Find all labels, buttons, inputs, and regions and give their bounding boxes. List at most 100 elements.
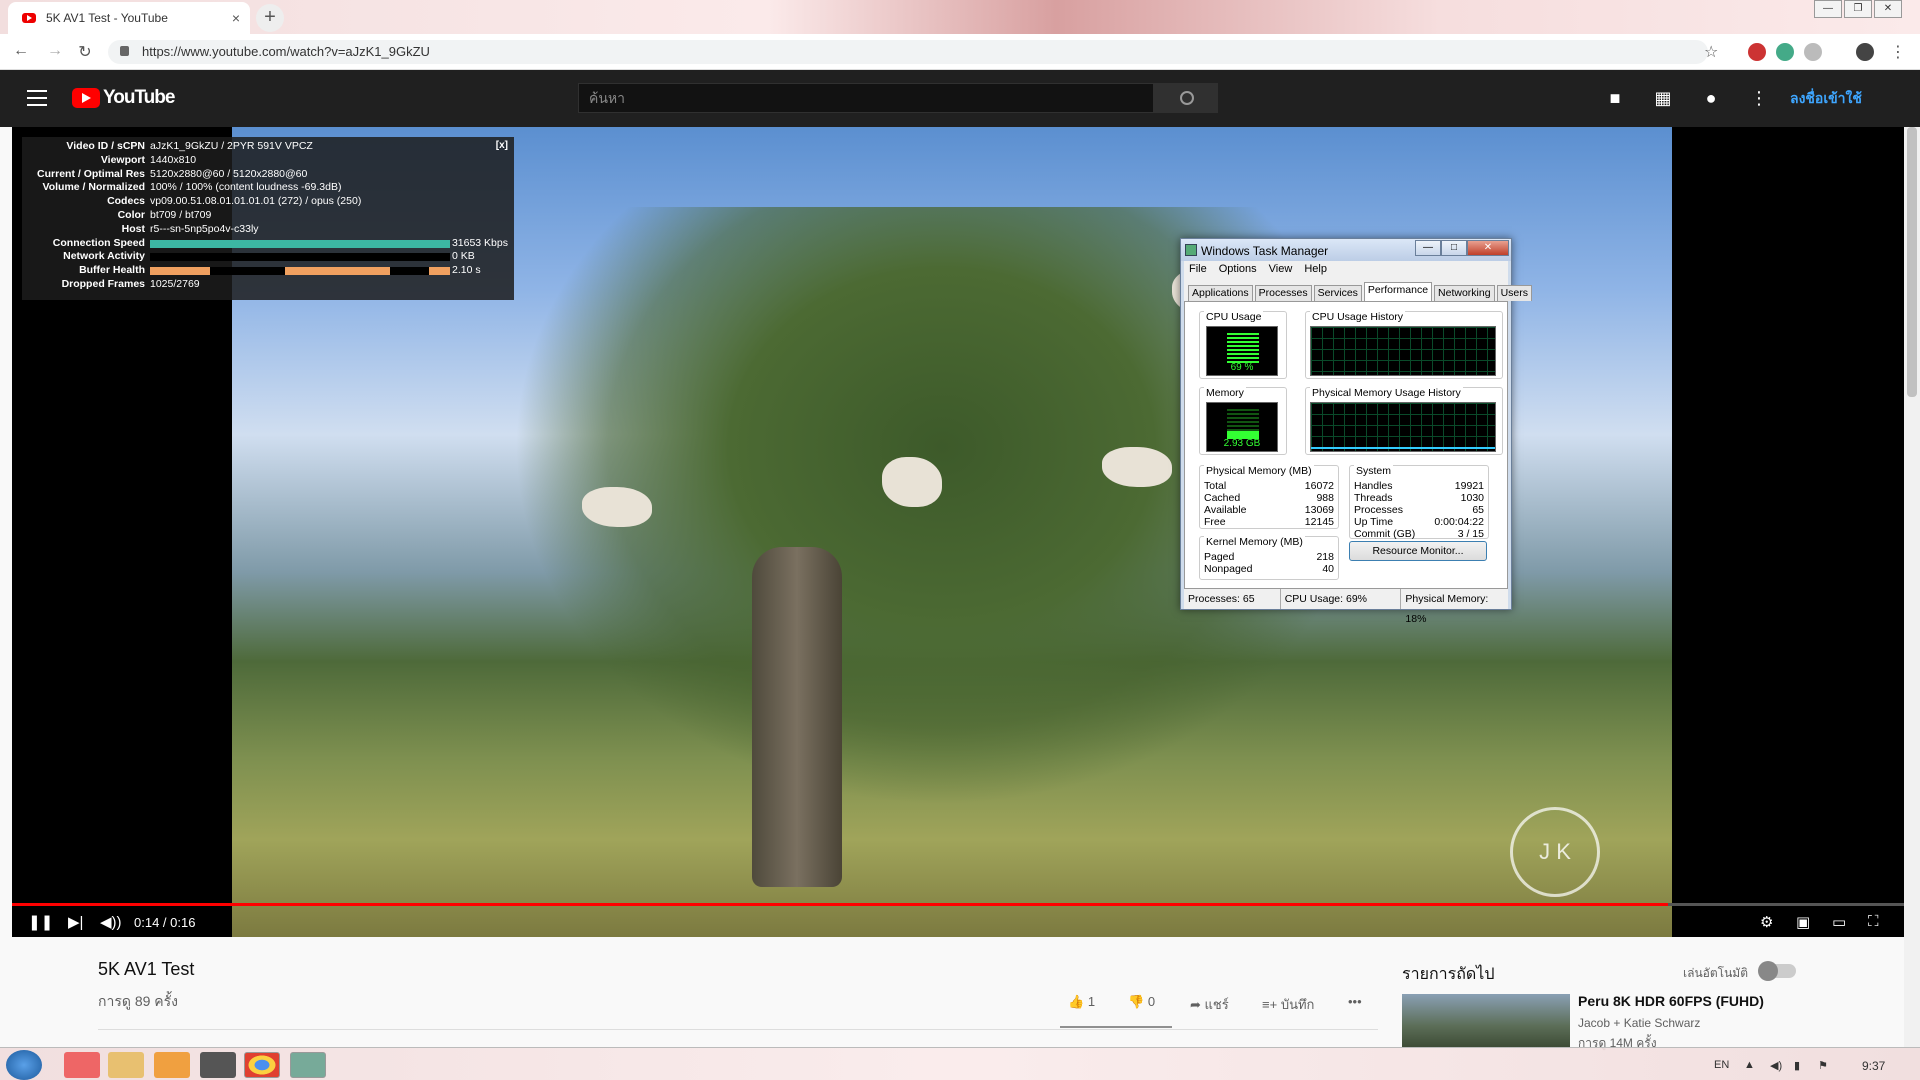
scrollbar-thumb[interactable] <box>1907 127 1917 397</box>
sentiment-bar <box>1060 1026 1172 1028</box>
media-player-icon[interactable] <box>154 1052 190 1078</box>
tab-title: 5K AV1 Test - YouTube <box>46 11 168 25</box>
related-video-channel[interactable]: Jacob + Katie Schwarz <box>1578 1016 1700 1030</box>
network-activity-bar <box>150 250 452 264</box>
video-player[interactable]: J K [x] Video ID / sCPN aJzK1_9GkZU / 2PY… <box>12 127 1904 937</box>
address-toolbar: ← → ↻ https://www.youtube.com/watch?v=aJ… <box>0 34 1920 70</box>
task-manager-title: Windows Task Manager <box>1201 244 1329 258</box>
share-button[interactable]: ➦ แชร์ <box>1190 994 1229 1015</box>
create-video-icon[interactable]: ■ <box>1604 88 1626 108</box>
tab-close-icon[interactable]: × <box>232 10 240 26</box>
playlist-add-icon: ≡+ <box>1262 997 1278 1012</box>
language-indicator[interactable]: EN <box>1714 1059 1729 1071</box>
sign-in-link[interactable]: ลงชื่อเข้าใช้ <box>1790 88 1862 110</box>
related-video-thumbnail[interactable] <box>1402 994 1570 1047</box>
extension-shield-icon[interactable] <box>1748 43 1766 61</box>
task-manager-taskbar-icon[interactable] <box>290 1052 326 1078</box>
flag-tray-icon[interactable]: ⚑ <box>1818 1059 1828 1072</box>
new-tab-button[interactable]: + <box>256 4 284 32</box>
dislike-button[interactable]: 👎 0 <box>1128 994 1155 1010</box>
autoplay-label: เล่นอัตโนมัติ <box>1683 966 1749 980</box>
forward-arrow-icon[interactable]: → <box>44 42 66 62</box>
clapper-icon[interactable] <box>200 1052 236 1078</box>
stats-close-button[interactable]: [x] <box>496 140 508 151</box>
tm-statusbar: Processes: 65 CPU Usage: 69% Physical Me… <box>1184 589 1508 625</box>
tm-tab-performance[interactable]: Performance <box>1363 282 1433 301</box>
tm-tab-networking[interactable]: Networking <box>1434 285 1495 301</box>
miniplayer-icon[interactable]: ▣ <box>1796 913 1810 931</box>
apps-grid-icon[interactable]: ▦ <box>1652 88 1674 108</box>
resource-monitor-button[interactable]: Resource Monitor... <box>1349 541 1487 561</box>
tm-maximize-button[interactable]: □ <box>1441 240 1467 256</box>
settings-menu-icon[interactable]: ⋮ <box>1748 88 1770 108</box>
theater-mode-icon[interactable]: ▭ <box>1832 913 1846 931</box>
tm-tab-applications[interactable]: Applications <box>1188 285 1253 301</box>
kv-row: Up Time 0:00:04:22 <box>1354 516 1484 528</box>
like-button[interactable]: 👍 1 <box>1068 994 1095 1010</box>
tray-up-arrow-icon[interactable]: ▲ <box>1744 1059 1755 1071</box>
explorer-icon[interactable] <box>108 1052 144 1078</box>
kernel-memory-group: Kernel Memory (MB) Paged 218 Nonpaged 40 <box>1199 536 1339 580</box>
volume-tray-icon[interactable]: ◀) <box>1770 1059 1782 1072</box>
minimize-window-button[interactable]: — <box>1814 0 1842 18</box>
chrome-icon[interactable] <box>244 1052 280 1078</box>
kv-row: Available 13069 <box>1204 504 1334 516</box>
reload-icon[interactable]: ↻ <box>74 42 96 62</box>
browser-menu-icon[interactable]: ⋮ <box>1890 42 1906 62</box>
tm-tab-users[interactable]: Users <box>1496 285 1532 301</box>
tm-menu-options[interactable]: Options <box>1219 263 1257 277</box>
bookmark-star-icon[interactable]: ☆ <box>1704 42 1718 62</box>
watermark-logo: J K <box>1510 807 1600 897</box>
extension-globe-icon[interactable] <box>1776 43 1794 61</box>
tree-trunk <box>752 547 842 887</box>
pause-icon[interactable]: ❚❚ <box>28 913 53 931</box>
task-manager-icon <box>1185 244 1197 256</box>
goat <box>582 487 652 527</box>
tm-tab-services[interactable]: Services <box>1313 285 1362 301</box>
tm-minimize-button[interactable]: — <box>1415 240 1441 256</box>
maximize-window-button[interactable]: ❐ <box>1844 0 1872 18</box>
url-field[interactable]: https://www.youtube.com/watch?v=aJzK1_9G… <box>108 40 1708 64</box>
tm-menu-help[interactable]: Help <box>1304 263 1327 277</box>
profile-avatar-icon[interactable] <box>1856 43 1874 61</box>
hamburger-menu-icon[interactable] <box>27 90 47 106</box>
extension-gray-icon[interactable] <box>1804 43 1822 61</box>
save-button[interactable]: ≡+ บันทึก <box>1262 994 1314 1015</box>
kv-row: Processes 65 <box>1354 504 1484 516</box>
divider <box>98 1029 1378 1030</box>
phys-history-graph <box>1310 402 1496 452</box>
settings-gear-icon[interactable]: ⚙ <box>1760 913 1773 931</box>
stats-row: Current / Optimal Res 5120x2880@60 / 5120… <box>37 167 308 180</box>
search-input[interactable]: ค้นหา <box>578 83 1154 113</box>
tm-menu-view[interactable]: View <box>1269 263 1293 277</box>
messages-icon[interactable]: ● <box>1700 88 1722 108</box>
back-arrow-icon[interactable]: ← <box>10 42 32 62</box>
close-window-button[interactable]: ✕ <box>1874 0 1902 18</box>
next-icon[interactable]: ▶| <box>68 913 83 931</box>
page-scrollbar[interactable] <box>1904 127 1920 1047</box>
kv-row: Threads 1030 <box>1354 492 1484 504</box>
search-button[interactable] <box>1154 83 1218 113</box>
related-video-title[interactable]: Peru 8K HDR 60FPS (FUHD) <box>1578 993 1764 1009</box>
network-tray-icon[interactable]: ▮ <box>1794 1059 1800 1072</box>
progress-bar[interactable] <box>12 903 1904 906</box>
stats-row: Color bt709 / bt709 <box>117 208 212 221</box>
tm-tab-processes[interactable]: Processes <box>1254 285 1312 301</box>
memory-group: Memory 2.93 GB <box>1199 387 1287 455</box>
youtube-logo[interactable]: YouTube <box>72 87 175 109</box>
more-actions-button[interactable]: ••• <box>1348 994 1362 1009</box>
volume-icon[interactable]: ◀)) <box>100 913 122 931</box>
clock[interactable]: 9:37 <box>1862 1059 1885 1073</box>
task-manager-titlebar[interactable]: Windows Task Manager — □ ✕ <box>1181 239 1511 261</box>
tm-close-button[interactable]: ✕ <box>1467 240 1509 256</box>
fullscreen-icon[interactable]: ⛶ <box>1868 913 1879 930</box>
taskbar-app-icon[interactable] <box>64 1052 100 1078</box>
stats-row: Connection Speed 31653 Kbps <box>52 236 508 249</box>
start-button-icon[interactable] <box>6 1050 42 1080</box>
task-manager-window[interactable]: Windows Task Manager — □ ✕ File Options … <box>1180 238 1532 625</box>
tm-menu-file[interactable]: File <box>1189 263 1207 277</box>
kv-row: Cached 988 <box>1204 492 1334 504</box>
browser-tab[interactable]: 5K AV1 Test - YouTube × <box>8 2 250 34</box>
lock-icon <box>120 46 129 56</box>
autoplay-toggle[interactable] <box>1758 961 1796 981</box>
